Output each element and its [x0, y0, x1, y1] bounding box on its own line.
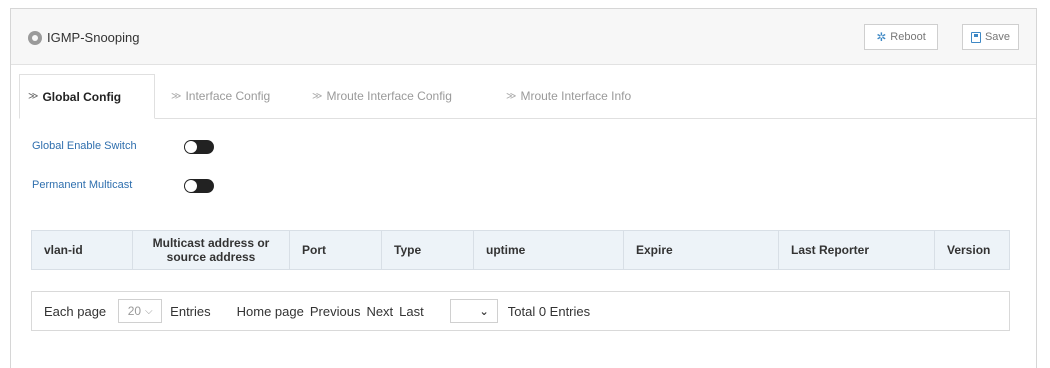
column-header: Last Reporter: [778, 230, 935, 270]
circle-icon: [28, 31, 42, 45]
chevron-down-icon: ⌵: [145, 305, 153, 317]
chevron-right-icon: ≫: [506, 90, 517, 102]
tab-interface-config[interactable]: ≫ Interface Config: [171, 74, 270, 118]
entries-label: Entries: [170, 303, 211, 319]
tab-label: Global Config: [42, 89, 122, 104]
tab-global-config[interactable]: ≫ Global Config: [19, 74, 155, 119]
tab-bar: ≫ Global Config ≫ Interface Config ≫ Mro…: [19, 74, 1036, 119]
tab-mroute-interface-config[interactable]: ≫ Mroute Interface Config: [312, 74, 452, 118]
column-header: Port: [289, 230, 382, 270]
chevron-right-icon: ≫: [171, 90, 182, 102]
column-header: Type: [381, 230, 474, 270]
save-icon: [970, 31, 981, 43]
per-page-select[interactable]: 20 ⌵: [118, 299, 163, 323]
chevron-right-icon: ≫: [28, 91, 39, 102]
table-header-row: vlan-id Multicast address or source addr…: [31, 230, 1010, 270]
tab-label: Mroute Interface Info: [520, 89, 632, 103]
reboot-button[interactable]: ✲ Reboot: [864, 24, 938, 50]
permanent-multicast-toggle[interactable]: [184, 179, 214, 193]
per-page-value: 20: [127, 304, 142, 318]
chevron-down-icon: ⌄: [479, 305, 489, 318]
home-page-link[interactable]: Home page: [237, 304, 304, 319]
column-header: Expire: [623, 230, 779, 270]
previous-link[interactable]: Previous: [310, 304, 361, 319]
column-header: Version: [934, 230, 1010, 270]
chevron-right-icon: ≫: [312, 90, 323, 102]
spinner-icon: ✲: [876, 30, 887, 44]
pagination-bar: Each page 20 ⌵ Entries Home page Previou…: [31, 291, 1010, 331]
column-header: Multicast address or source address: [132, 230, 290, 270]
panel-header: IGMP-Snooping ✲ Reboot Save: [11, 9, 1036, 65]
global-enable-toggle[interactable]: [184, 140, 214, 154]
tab-mroute-interface-info[interactable]: ≫ Mroute Interface Info: [506, 74, 631, 118]
global-enable-label: Global Enable Switch: [32, 140, 137, 152]
reboot-label: Reboot: [890, 31, 926, 43]
tab-label: Interface Config: [185, 89, 271, 103]
save-label: Save: [984, 31, 1011, 43]
each-page-label: Each page: [44, 303, 107, 319]
next-link[interactable]: Next: [366, 304, 393, 319]
page-title: IGMP-Snooping: [47, 30, 140, 45]
last-link[interactable]: Last: [399, 304, 424, 319]
save-button[interactable]: Save: [962, 24, 1019, 50]
column-header: uptime: [473, 230, 624, 270]
page-select[interactable]: ⌄: [449, 299, 498, 323]
tab-label: Mroute Interface Config: [326, 89, 452, 103]
multicast-table: vlan-id Multicast address or source addr…: [31, 230, 1010, 270]
column-header: vlan-id: [31, 230, 133, 270]
total-entries-text: Total 0 Entries: [507, 303, 591, 319]
igmp-snooping-panel: IGMP-Snooping ✲ Reboot Save ≫ Global Con…: [10, 8, 1037, 368]
permanent-multicast-label: Permanent Multicast: [32, 179, 133, 191]
